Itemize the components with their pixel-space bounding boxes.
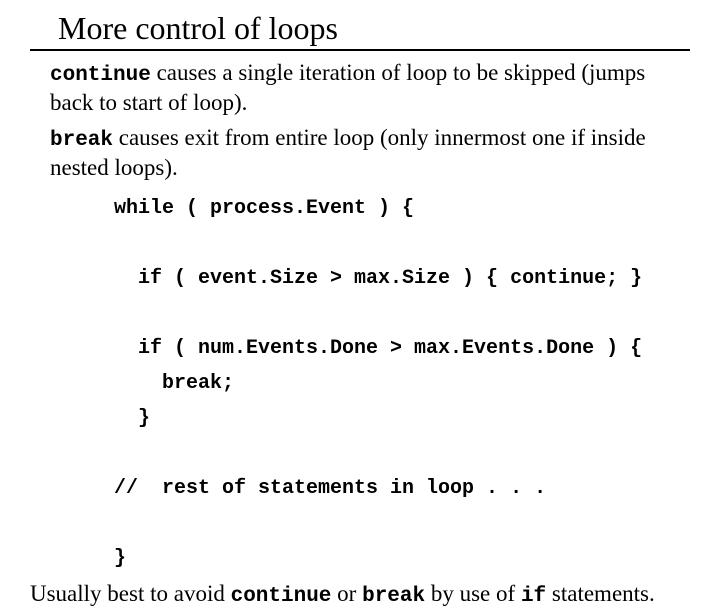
footer-note: Usually best to avoid continue or break … (30, 580, 690, 610)
paragraph-continue: continue causes a single iteration of lo… (50, 59, 690, 118)
footer-keyword-break: break (362, 585, 425, 608)
slide-title: More control of loops (58, 10, 690, 47)
slide: More control of loops continue causes a … (0, 0, 720, 540)
keyword-break: break (50, 129, 113, 152)
paragraph-break: break causes exit from entire loop (only… (50, 124, 690, 183)
paragraph-break-text: causes exit from entire loop (only inner… (50, 125, 646, 180)
footer-post2: statements. (546, 581, 655, 606)
footer-mid: or (331, 581, 362, 606)
keyword-continue: continue (50, 64, 151, 87)
footer-keyword-if: if (521, 585, 546, 608)
footer-pre: Usually best to avoid (30, 581, 231, 606)
footer-keyword-continue: continue (231, 585, 332, 608)
title-underline (30, 49, 690, 51)
footer-post1: by use of (425, 581, 521, 606)
code-example: while ( process.Event ) { if ( event.Siz… (114, 191, 690, 576)
